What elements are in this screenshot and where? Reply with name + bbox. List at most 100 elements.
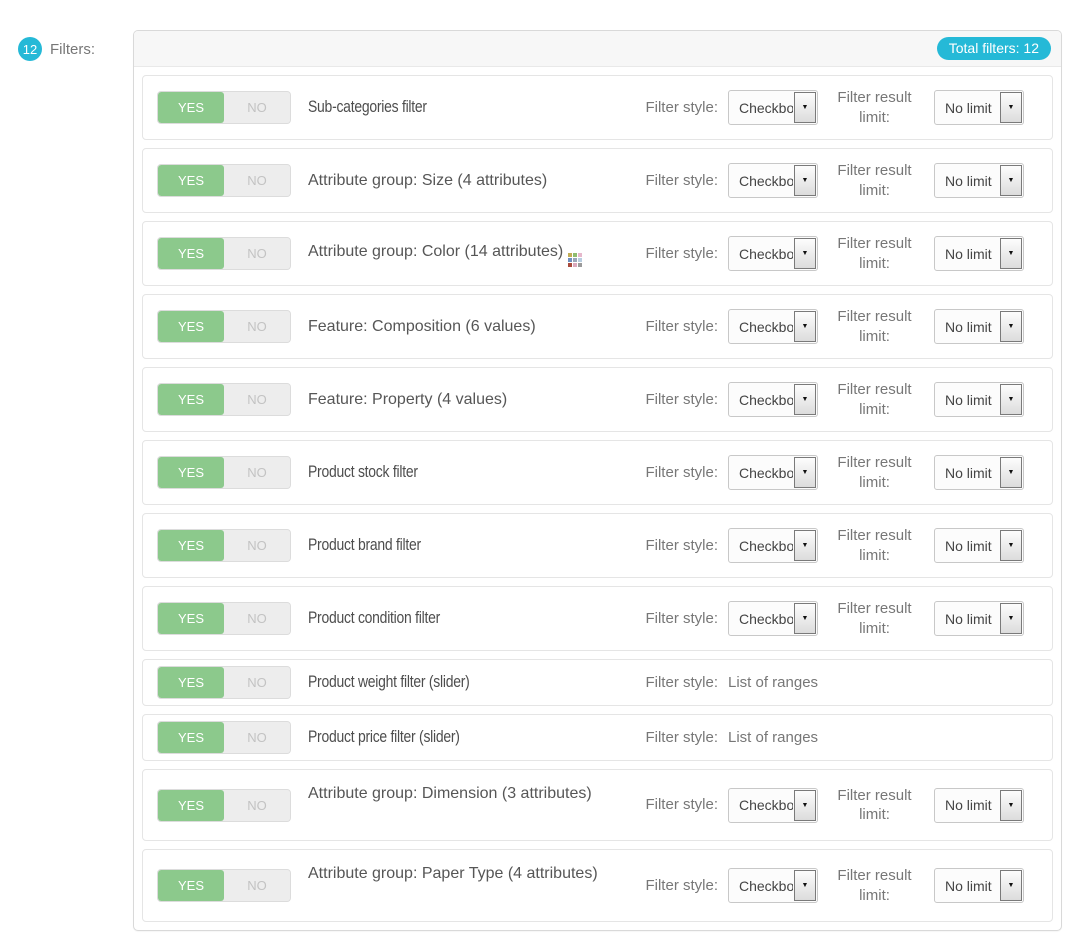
filter-limit-selected-value: No limit (935, 173, 999, 189)
dropdown-arrow-icon: ▼ (1000, 603, 1022, 634)
filter-style-group: Filter style: List of ranges (618, 728, 818, 748)
filter-name-label: Product stock filter (308, 460, 600, 485)
enabled-toggle[interactable]: YES NO (157, 602, 291, 635)
filter-result-limit-label: Filter result limit: (827, 453, 922, 492)
filter-style-select[interactable]: Checkbox ▼ (728, 90, 818, 125)
toggle-no-button[interactable]: NO (224, 870, 290, 901)
filter-style-label: Filter style: (618, 609, 718, 629)
toggle-no-button[interactable]: NO (224, 384, 290, 415)
filter-style-select[interactable]: Checkbox ▼ (728, 601, 818, 636)
filter-name-label: Attribute group: Dimension (3 attributes… (308, 782, 600, 828)
filter-name-label: Attribute group: Size (4 attributes) (308, 169, 600, 192)
toggle-yes-button[interactable]: YES (158, 870, 224, 901)
filter-limit-selected-value: No limit (935, 797, 999, 813)
enabled-toggle[interactable]: YES NO (157, 789, 291, 822)
enabled-toggle[interactable]: YES NO (157, 310, 291, 343)
filter-style-label: Filter style: (618, 536, 718, 556)
filter-result-limit-label: Filter result limit: (827, 161, 922, 200)
filter-style-select[interactable]: Checkbox ▼ (728, 528, 818, 563)
filter-name-label: Feature: Property (4 values) (308, 388, 600, 411)
filter-rows: YES NO Sub-categories filter Filter styl… (134, 67, 1061, 930)
dropdown-arrow-icon: ▼ (1000, 790, 1022, 821)
toggle-yes-button[interactable]: YES (158, 457, 224, 488)
toggle-no-button[interactable]: NO (224, 722, 290, 753)
toggle-no-button[interactable]: NO (224, 790, 290, 821)
enabled-toggle[interactable]: YES NO (157, 237, 291, 270)
toggle-no-button[interactable]: NO (224, 238, 290, 269)
enabled-toggle[interactable]: YES NO (157, 869, 291, 902)
filter-style-select[interactable]: Checkbox ▼ (728, 163, 818, 198)
toggle-yes-button[interactable]: YES (158, 92, 224, 123)
filter-row: YES NO Product brand filter Filter style… (142, 513, 1053, 578)
toggle-yes-button[interactable]: YES (158, 722, 224, 753)
dropdown-arrow-icon: ▼ (1000, 238, 1022, 269)
enabled-toggle[interactable]: YES NO (157, 164, 291, 197)
toggle-no-button[interactable]: NO (224, 92, 290, 123)
filter-limit-selected-value: No limit (935, 465, 999, 481)
filter-limit-selected-value: No limit (935, 878, 999, 894)
filter-limit-group: Filter result limit: No limit ▼ (818, 526, 1038, 565)
toggle-no-button[interactable]: NO (224, 457, 290, 488)
filter-limit-select[interactable]: No limit ▼ (934, 236, 1024, 271)
filter-name-label: Attribute group: Color (14 attributes) (308, 240, 600, 267)
filter-name-text: Attribute group: Dimension (3 attributes… (308, 785, 592, 802)
toggle-no-button[interactable]: NO (224, 667, 290, 698)
filter-limit-group: Filter result limit: No limit ▼ (818, 380, 1038, 419)
toggle-yes-button[interactable]: YES (158, 603, 224, 634)
total-filters-badge: Total filters: 12 (937, 37, 1051, 60)
enabled-toggle[interactable]: YES NO (157, 721, 291, 754)
enabled-toggle[interactable]: YES NO (157, 666, 291, 699)
dropdown-arrow-icon: ▼ (1000, 92, 1022, 123)
filter-limit-select[interactable]: No limit ▼ (934, 163, 1024, 198)
filter-limit-select[interactable]: No limit ▼ (934, 528, 1024, 563)
toggle-no-button[interactable]: NO (224, 603, 290, 634)
filter-style-label: Filter style: (618, 317, 718, 337)
filter-style-selected-value: Checkbox (729, 246, 793, 262)
filter-style-select[interactable]: Checkbox ▼ (728, 788, 818, 823)
toggle-yes-button[interactable]: YES (158, 790, 224, 821)
filter-style-label: Filter style: (618, 390, 718, 410)
panel-header: Total filters: 12 (134, 31, 1061, 67)
filter-limit-select[interactable]: No limit ▼ (934, 455, 1024, 490)
toggle-yes-button[interactable]: YES (158, 384, 224, 415)
filter-style-select[interactable]: Checkbox ▼ (728, 868, 818, 903)
filter-style-select[interactable]: Checkbox ▼ (728, 309, 818, 344)
filter-limit-select[interactable]: No limit ▼ (934, 309, 1024, 344)
enabled-toggle[interactable]: YES NO (157, 529, 291, 562)
filter-style-label: Filter style: (618, 795, 718, 815)
toggle-no-button[interactable]: NO (224, 530, 290, 561)
filter-name-text: Attribute group: Size (4 attributes) (308, 172, 547, 189)
dropdown-arrow-icon: ▼ (1000, 311, 1022, 342)
toggle-yes-button[interactable]: YES (158, 165, 224, 196)
filter-limit-select[interactable]: No limit ▼ (934, 788, 1024, 823)
dropdown-arrow-icon: ▼ (794, 603, 816, 634)
filter-style-select[interactable]: Checkbox ▼ (728, 236, 818, 271)
filter-result-limit-label: Filter result limit: (827, 307, 922, 346)
enabled-toggle[interactable]: YES NO (157, 383, 291, 416)
toggle-yes-button[interactable]: YES (158, 311, 224, 342)
filter-limit-select[interactable]: No limit ▼ (934, 90, 1024, 125)
toggle-yes-button[interactable]: YES (158, 667, 224, 698)
filter-limit-select[interactable]: No limit ▼ (934, 601, 1024, 636)
toggle-no-button[interactable]: NO (224, 311, 290, 342)
filter-limit-selected-value: No limit (935, 392, 999, 408)
enabled-toggle[interactable]: YES NO (157, 456, 291, 489)
filter-style-label: Filter style: (618, 876, 718, 896)
enabled-toggle[interactable]: YES NO (157, 91, 291, 124)
dropdown-arrow-icon: ▼ (1000, 530, 1022, 561)
filter-style-select[interactable]: Checkbox ▼ (728, 455, 818, 490)
filter-row: YES NO Sub-categories filter Filter styl… (142, 75, 1053, 140)
filter-style-select[interactable]: Checkbox ▼ (728, 382, 818, 417)
filters-field-label: 12 Filters: (18, 30, 126, 61)
filter-name-text: Product price filter (slider) (308, 725, 460, 750)
filter-style-group: Filter style: Checkbox ▼ (618, 236, 818, 271)
filter-limit-select[interactable]: No limit ▼ (934, 868, 1024, 903)
toggle-yes-button[interactable]: YES (158, 238, 224, 269)
filter-limit-selected-value: No limit (935, 611, 999, 627)
filter-style-selected-value: Checkbox (729, 797, 793, 813)
toggle-yes-button[interactable]: YES (158, 530, 224, 561)
filter-row: YES NO Attribute group: Size (4 attribut… (142, 148, 1053, 213)
filter-limit-select[interactable]: No limit ▼ (934, 382, 1024, 417)
toggle-no-button[interactable]: NO (224, 165, 290, 196)
filter-style-label: Filter style: (618, 728, 718, 748)
